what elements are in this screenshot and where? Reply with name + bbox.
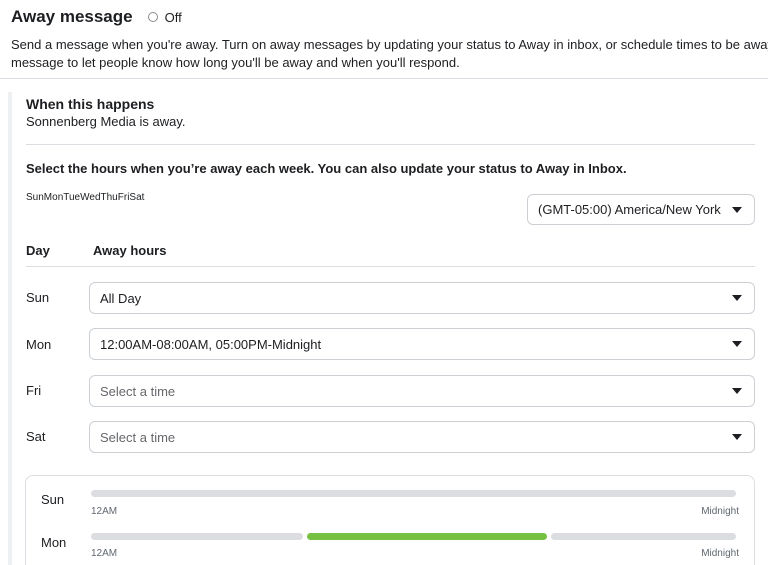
weekday-wed[interactable]: Wed: [80, 192, 100, 203]
caret-down-icon: [732, 434, 742, 440]
caret-down-icon: [732, 341, 742, 347]
schedule-track-mon-away-evening: [551, 533, 736, 540]
weekday-fri[interactable]: Fri: [118, 192, 130, 203]
away-message-toggle[interactable]: Off: [147, 9, 182, 25]
schedule-track-mon-away-morning: [91, 533, 303, 540]
weekday-thu[interactable]: Thu: [101, 192, 118, 203]
timezone-select[interactable]: (GMT-05:00) America/New York: [527, 194, 755, 225]
radio-icon[interactable]: [147, 12, 158, 22]
caret-down-icon: [732, 388, 742, 394]
away-hours-select-mon[interactable]: 12:00AM-08:00AM, 05:00PM-Midnight: [89, 328, 755, 360]
toggle-status-label: Off: [164, 9, 182, 25]
away-hours-placeholder: Select a time: [100, 429, 176, 445]
schedule-track-sun: [91, 490, 736, 497]
description-line-1: Send a message when you're away. Turn on…: [11, 37, 768, 52]
schedule-end-label: Midnight: [701, 506, 739, 517]
away-message-header: Away message Off: [11, 6, 182, 28]
schedule-start-label: 12AM: [91, 548, 118, 559]
page-title: Away message: [11, 7, 133, 26]
row-day-mon: Mon: [26, 337, 52, 352]
away-hours-select-sun[interactable]: All Day: [89, 282, 755, 314]
caret-down-icon: [732, 295, 742, 301]
weekday-tue[interactable]: Tue: [63, 192, 80, 203]
section-divider: [26, 144, 755, 145]
schedule-day-sun: Sun: [41, 492, 65, 507]
trigger-title: When this happens: [26, 96, 155, 112]
weekday-sun[interactable]: Sun: [26, 192, 44, 203]
description-line-2: message to let people know how long you'…: [11, 55, 460, 70]
row-day-sat: Sat: [26, 429, 46, 444]
description: Send a message when you're away. Turn on…: [11, 36, 768, 72]
weekday-sat[interactable]: Sat: [129, 192, 144, 203]
schedule-track-mon-active: [307, 533, 547, 540]
away-hours-select-sat[interactable]: Select a time: [89, 421, 755, 453]
row-day-sun: Sun: [26, 290, 50, 305]
column-header-day: Day: [26, 243, 50, 258]
trigger-subtitle: Sonnenberg Media is away.: [26, 114, 186, 129]
away-hours-value: 12:00AM-08:00AM, 05:00PM-Midnight: [100, 336, 322, 352]
hours-instructions: Select the hours when you’re away each w…: [26, 161, 627, 176]
weekday-mon[interactable]: Mon: [44, 192, 63, 203]
caret-down-icon: [732, 206, 742, 213]
row-day-fri: Fri: [26, 383, 42, 398]
column-header-away-hours: Away hours: [93, 243, 167, 258]
away-hours-value: All Day: [100, 290, 142, 306]
schedule-start-label: 12AM: [91, 506, 118, 517]
weekday-selector: SunMonTueWedThuFriSat: [26, 192, 144, 203]
schedule-preview-card: Sun 12AM Midnight Mon 12AM Midnight: [25, 475, 755, 565]
schedule-end-label: Midnight: [701, 548, 739, 559]
schedule-day-mon: Mon: [41, 535, 67, 550]
header-divider: [0, 78, 768, 79]
away-hours-select-fri[interactable]: Select a time: [89, 375, 755, 407]
table-header-divider: [26, 266, 755, 267]
timezone-value: (GMT-05:00) America/New York: [538, 202, 721, 217]
section-accent-bar: [8, 92, 12, 565]
away-hours-placeholder: Select a time: [100, 383, 176, 399]
